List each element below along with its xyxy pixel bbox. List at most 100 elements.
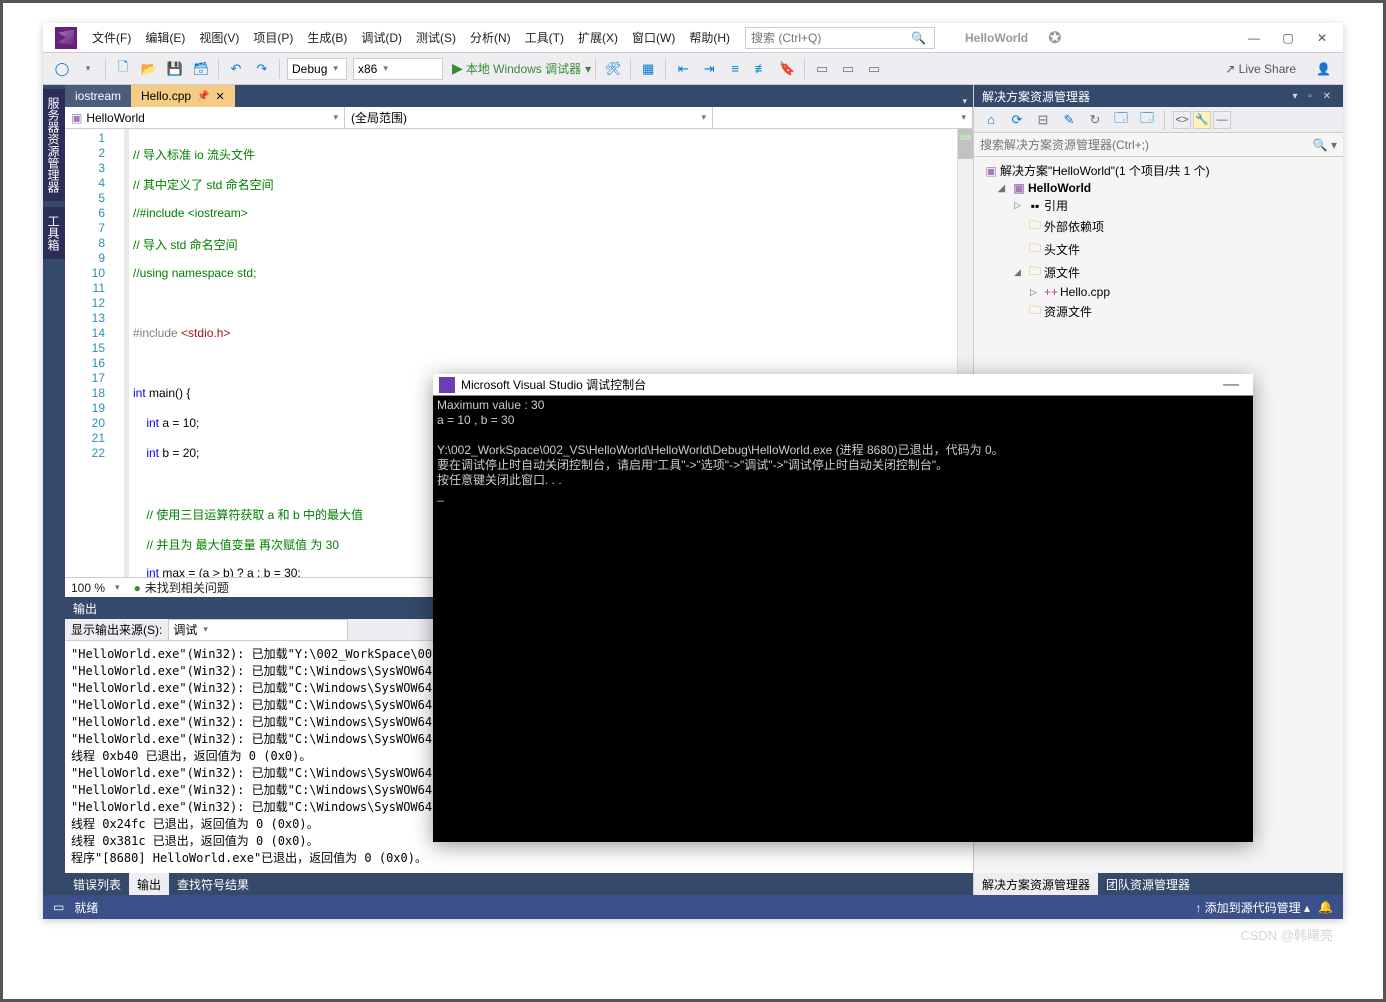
open-file-button[interactable]: 📂: [138, 58, 160, 80]
project-icon: ▣: [71, 111, 82, 125]
menu-debug[interactable]: 调试(D): [354, 23, 409, 53]
platform-dropdown[interactable]: x86▾: [353, 58, 443, 80]
console-output[interactable]: Maximum value : 30 a = 10 , b = 30 Y:\00…: [433, 396, 1253, 842]
maximize-button[interactable]: ▢: [1271, 25, 1305, 51]
indent-dec-button[interactable]: ⇤: [672, 58, 694, 80]
server-explorer-tab[interactable]: 服务器资源管理器: [43, 89, 65, 201]
account-icon[interactable]: 👤: [1316, 62, 1331, 76]
zoom-level[interactable]: 100 %: [71, 581, 105, 595]
tool-icon-5[interactable]: 🗔: [1136, 109, 1158, 131]
debug-console-window[interactable]: Microsoft Visual Studio 调试控制台 — Maximum …: [433, 374, 1253, 842]
solution-search-input[interactable]: [980, 138, 1313, 152]
wrench-icon[interactable]: 🔧: [1193, 111, 1211, 129]
tree-resources[interactable]: 🗀资源文件: [974, 300, 1343, 323]
view-code-icon[interactable]: <>: [1173, 111, 1191, 129]
tree-solution-root[interactable]: ▣解决方案"HelloWorld"(1 个项目/共 1 个): [974, 161, 1343, 180]
tree-external-deps[interactable]: 🗀外部依赖项: [974, 215, 1343, 238]
tool-btn-a[interactable]: ▭: [811, 58, 833, 80]
sync-icon[interactable]: ⟳: [1006, 109, 1028, 131]
tab-iostream[interactable]: iostream: [65, 85, 131, 107]
save-all-button[interactable]: 🗃: [190, 58, 212, 80]
pin-icon[interactable]: 📌: [197, 91, 209, 102]
redo-button[interactable]: ↷: [251, 58, 273, 80]
status-ready: 就绪: [74, 899, 98, 916]
output-source-dropdown[interactable]: 调试▾: [168, 619, 348, 641]
tree-sources[interactable]: ◢🗀源文件: [974, 261, 1343, 284]
chevron-down-icon[interactable]: ▾: [77, 58, 99, 80]
tree-file-hello-cpp[interactable]: ▷++Hello.cpp: [974, 284, 1343, 300]
console-minimize[interactable]: —: [1215, 376, 1247, 394]
start-debug-button[interactable]: ▶本地 Windows 调试器▾: [452, 60, 591, 77]
toolbox-tab[interactable]: 工具箱: [43, 207, 65, 259]
menu-view[interactable]: 视图(V): [192, 23, 246, 53]
expand-icon[interactable]: ▷: [1030, 287, 1042, 298]
member-dropdown[interactable]: (全局范围)▾: [345, 107, 713, 128]
tool-icon-3[interactable]: ↻: [1084, 109, 1106, 131]
menu-test[interactable]: 测试(S): [409, 23, 463, 53]
refs-icon: ▪▪: [1026, 199, 1044, 213]
quick-search[interactable]: 🔍: [745, 27, 935, 49]
nav-back-button[interactable]: ◯: [51, 58, 73, 80]
left-tool-strip: 服务器资源管理器 工具箱: [43, 85, 65, 895]
config-dropdown[interactable]: Debug▾: [287, 58, 347, 80]
tool-btn-1[interactable]: 🛠: [602, 58, 624, 80]
tool-icon-1[interactable]: ⊟: [1032, 109, 1054, 131]
tab-find-symbols[interactable]: 查找符号结果: [169, 873, 257, 895]
comment-button[interactable]: ≡: [724, 58, 746, 80]
panel-header-icons[interactable]: ▾ ▫ ✕: [1293, 91, 1336, 102]
collapse-icon[interactable]: ◢: [1014, 267, 1026, 278]
indent-inc-button[interactable]: ⇥: [698, 58, 720, 80]
tab-dropdown-icon[interactable]: ▾: [956, 96, 973, 107]
scrollbar-thumb[interactable]: [958, 129, 973, 159]
tab-hello-cpp[interactable]: Hello.cpp📌✕: [131, 85, 235, 107]
bookmark-button[interactable]: 🔖: [776, 58, 798, 80]
tool-btn-c[interactable]: ▭: [863, 58, 885, 80]
tool-icon-4[interactable]: 🗔: [1110, 109, 1132, 131]
tab-solution-explorer[interactable]: 解决方案资源管理器: [974, 873, 1098, 895]
scope-dropdown[interactable]: ▣HelloWorld▾: [65, 107, 345, 128]
menu-file[interactable]: 文件(F): [85, 23, 138, 53]
save-button[interactable]: 💾: [164, 58, 186, 80]
tab-team-explorer[interactable]: 团队资源管理器: [1098, 873, 1198, 895]
notifications-icon[interactable]: 🔔: [1318, 900, 1333, 914]
tab-error-list[interactable]: 错误列表: [65, 873, 129, 895]
menu-tools[interactable]: 工具(T): [518, 23, 571, 53]
menu-edit[interactable]: 编辑(E): [138, 23, 192, 53]
props-icon[interactable]: —: [1213, 111, 1231, 129]
expand-icon[interactable]: ▷: [1014, 200, 1026, 211]
share-icon: ↗: [1225, 62, 1235, 76]
menu-analyze[interactable]: 分析(N): [463, 23, 518, 53]
close-tab-icon[interactable]: ✕: [216, 90, 225, 103]
member-dropdown-2[interactable]: ▾: [713, 107, 973, 128]
scm-button[interactable]: ↑ 添加到源代码管理 ▴: [1195, 899, 1310, 916]
minimize-button[interactable]: —: [1237, 25, 1271, 51]
fold-margin[interactable]: [111, 129, 125, 577]
feedback-icon[interactable]: [1048, 28, 1076, 48]
tool-btn-2[interactable]: ▦: [637, 58, 659, 80]
menu-window[interactable]: 窗口(W): [625, 23, 682, 53]
solution-explorer-header[interactable]: 解决方案资源管理器▾ ▫ ✕: [974, 85, 1343, 107]
tab-output[interactable]: 输出: [129, 873, 169, 895]
close-button[interactable]: ✕: [1305, 25, 1339, 51]
tool-btn-b[interactable]: ▭: [837, 58, 859, 80]
live-share-button[interactable]: ↗ Live Share 👤: [1219, 62, 1337, 76]
tree-references[interactable]: ▷▪▪引用: [974, 196, 1343, 215]
console-titlebar[interactable]: Microsoft Visual Studio 调试控制台 —: [433, 374, 1253, 396]
menu-extensions[interactable]: 扩展(X): [571, 23, 625, 53]
collapse-icon[interactable]: ◢: [998, 183, 1010, 194]
tree-project[interactable]: ◢▣HelloWorld: [974, 180, 1343, 196]
tree-headers[interactable]: 🗀头文件: [974, 238, 1343, 261]
solution-search[interactable]: 🔍 ▾: [974, 133, 1343, 157]
solution-tree[interactable]: ▣解决方案"HelloWorld"(1 个项目/共 1 个) ◢▣HelloWo…: [974, 157, 1343, 327]
tool-icon-2[interactable]: ✎: [1058, 109, 1080, 131]
uncomment-button[interactable]: ≢: [750, 58, 772, 80]
menu-help[interactable]: 帮助(H): [682, 23, 737, 53]
new-file-button[interactable]: 🗋: [112, 58, 134, 80]
status-bar: ▭ 就绪 ↑ 添加到源代码管理 ▴ 🔔: [43, 895, 1343, 919]
home-icon[interactable]: ⌂: [980, 109, 1002, 131]
menu-build[interactable]: 生成(B): [300, 23, 354, 53]
menu-project[interactable]: 项目(P): [246, 23, 300, 53]
line-gutter: 12345678910111213141516171819202122: [65, 129, 111, 577]
quick-search-input[interactable]: [751, 31, 911, 45]
undo-button[interactable]: ↶: [225, 58, 247, 80]
